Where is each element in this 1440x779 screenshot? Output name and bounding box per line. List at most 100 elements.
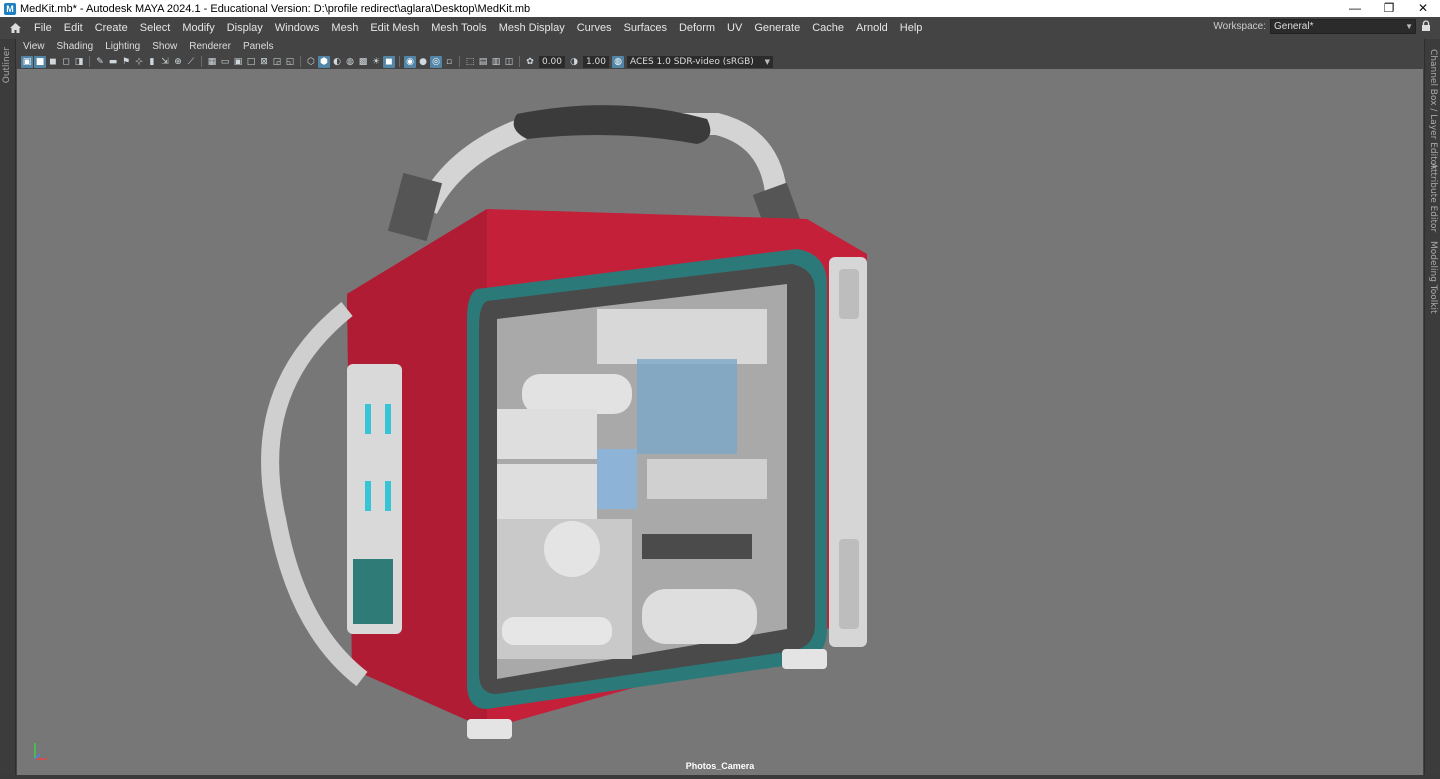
gamma-field[interactable]: 1.00 xyxy=(583,55,609,68)
bottom-edge xyxy=(0,775,1440,779)
bookmark-icon[interactable]: ◼ xyxy=(47,56,59,68)
smooth-shade-icon[interactable]: ⬢ xyxy=(318,55,330,68)
resolution-gate-icon[interactable]: ▣ xyxy=(232,56,244,68)
menu-mesh-tools[interactable]: Mesh Tools xyxy=(425,22,492,34)
panel-menu-shading[interactable]: Shading xyxy=(51,41,100,52)
panel-menu-panels[interactable]: Panels xyxy=(237,41,280,52)
medkit-model-render xyxy=(261,105,867,739)
panel-menu-view[interactable]: View xyxy=(17,41,51,52)
right-rail-slot xyxy=(839,539,859,629)
channel-box-tab[interactable]: Channel Box / Layer Editor xyxy=(1428,49,1438,169)
wireframe-on-shaded-icon[interactable]: ◍ xyxy=(344,56,356,68)
outliner-tab[interactable]: Outliner xyxy=(2,47,12,83)
color-space-value: ACES 1.0 SDR-video (sRGB) xyxy=(630,56,754,67)
menu-windows[interactable]: Windows xyxy=(269,22,326,34)
menu-edit[interactable]: Edit xyxy=(58,22,89,34)
interior-vial-rack xyxy=(642,534,752,559)
camera-lock-icon[interactable]: ⚑ xyxy=(120,56,132,68)
menu-surfaces[interactable]: Surfaces xyxy=(618,22,673,34)
main-menubar: File Edit Create Select Modify Display W… xyxy=(0,17,1440,39)
indicator-light xyxy=(385,481,391,511)
camera-attributes-icon[interactable]: ■ xyxy=(34,55,46,68)
textured-icon[interactable]: ▩ xyxy=(357,56,369,68)
attribute-editor-tab[interactable]: Attribute Editor xyxy=(1428,163,1438,232)
shadows-icon[interactable]: ◼ xyxy=(383,55,395,68)
interior-roll-top xyxy=(522,374,632,414)
gamma-icon[interactable]: ◑ xyxy=(568,56,580,68)
default-material-icon[interactable]: ◐ xyxy=(331,56,343,68)
maya-app-icon: M xyxy=(4,2,16,15)
isolate-select-icon[interactable]: ⬚ xyxy=(464,56,476,68)
menu-create[interactable]: Create xyxy=(89,22,134,34)
menu-display[interactable]: Display xyxy=(221,22,269,34)
interior-blue-side xyxy=(597,449,637,509)
safe-title-icon[interactable]: ◱ xyxy=(284,56,296,68)
menu-select[interactable]: Select xyxy=(134,22,177,34)
panel-menu-show[interactable]: Show xyxy=(146,41,183,52)
interior-blue-box xyxy=(637,359,737,454)
interior-drawer-2 xyxy=(497,464,597,519)
panel-menu-renderer[interactable]: Renderer xyxy=(183,41,237,52)
close-button[interactable]: ✕ xyxy=(1406,0,1440,17)
menu-deform[interactable]: Deform xyxy=(673,22,721,34)
menu-file[interactable]: File xyxy=(28,22,58,34)
image-plane-icon[interactable]: ◻ xyxy=(60,56,72,68)
select-camera-icon[interactable]: ▣ xyxy=(21,55,33,68)
xray-components-icon[interactable]: ◫ xyxy=(503,56,515,68)
interior-top-box xyxy=(597,309,767,364)
menu-arnold[interactable]: Arnold xyxy=(850,22,894,34)
exposure-icon[interactable]: ✿ xyxy=(524,56,536,68)
camera-icon[interactable]: ▬ xyxy=(107,56,119,68)
menu-uv[interactable]: UV xyxy=(721,22,748,34)
interior-drawer-1 xyxy=(497,409,597,459)
restore-button[interactable]: ❐ xyxy=(1372,0,1406,17)
home-icon[interactable] xyxy=(6,19,24,37)
film-gate-icon[interactable]: ▭ xyxy=(219,56,231,68)
grid-icon[interactable]: ▦ xyxy=(206,56,218,68)
interior-shelf xyxy=(647,459,767,499)
menu-edit-mesh[interactable]: Edit Mesh xyxy=(364,22,425,34)
color-management-icon[interactable]: ◍ xyxy=(612,55,624,68)
menu-curves[interactable]: Curves xyxy=(571,22,618,34)
medkit-handle-grip xyxy=(513,105,711,144)
menu-generate[interactable]: Generate xyxy=(748,22,806,34)
safe-action-icon[interactable]: ◲ xyxy=(271,56,283,68)
gate-mask-icon[interactable]: □ xyxy=(245,56,257,68)
grease-pencil-icon[interactable]: ✎ xyxy=(94,56,106,68)
menu-mesh[interactable]: Mesh xyxy=(325,22,364,34)
minimize-button[interactable]: — xyxy=(1338,0,1372,17)
depth-of-field-icon[interactable]: ▫ xyxy=(443,56,455,68)
field-chart-icon[interactable]: ⊠ xyxy=(258,56,270,68)
viewport-toolbar: ▣ ■ ◼ ◻ ◨ ✎ ▬ ⚑ ⊹ ▮ ⇲ ⊕ ⟋ ▦ ▭ ▣ □ ⊠ ◲ ◱ … xyxy=(17,54,1423,69)
pin-icon[interactable]: ▮ xyxy=(146,56,158,68)
right-rail-slot xyxy=(839,269,859,319)
color-space-dropdown[interactable]: ACES 1.0 SDR-video (sRGB) ▼ xyxy=(627,55,773,68)
indicator-light xyxy=(365,404,371,434)
modeling-toolkit-tab[interactable]: Modeling Toolkit xyxy=(1428,241,1438,314)
lock-icon[interactable] xyxy=(1420,19,1432,34)
wireframe-icon[interactable]: ⬡ xyxy=(305,56,317,68)
menu-mesh-display[interactable]: Mesh Display xyxy=(493,22,571,34)
pencil-icon[interactable]: ⟋ xyxy=(185,56,197,68)
workspace-dropdown[interactable]: General* ▼ xyxy=(1270,19,1416,34)
snap-icon[interactable]: ⊹ xyxy=(133,56,145,68)
3d-viewport[interactable]: Photos_Camera xyxy=(17,69,1423,775)
screen-space-ao-icon[interactable]: ◉ xyxy=(404,55,416,68)
2d-pan-zoom-icon[interactable]: ◨ xyxy=(73,56,85,68)
track-icon[interactable]: ⇲ xyxy=(159,56,171,68)
exposure-field[interactable]: 0.00 xyxy=(539,55,565,68)
indicator-light xyxy=(385,404,391,434)
dolly-icon[interactable]: ⊕ xyxy=(172,56,184,68)
left-side-panel: Outliner xyxy=(0,39,16,779)
menu-help[interactable]: Help xyxy=(894,22,929,34)
xray-icon[interactable]: ▤ xyxy=(477,56,489,68)
motion-blur-icon[interactable]: ● xyxy=(417,56,429,68)
xray-joints-icon[interactable]: ▥ xyxy=(490,56,502,68)
interior-lower-roll xyxy=(502,617,612,645)
panel-menu-lighting[interactable]: Lighting xyxy=(99,41,146,52)
lights-icon[interactable]: ☀ xyxy=(370,56,382,68)
panel-menubar: View Shading Lighting Show Renderer Pane… xyxy=(17,39,1423,54)
menu-modify[interactable]: Modify xyxy=(176,22,220,34)
anti-aliasing-icon[interactable]: ◎ xyxy=(430,55,442,68)
menu-cache[interactable]: Cache xyxy=(806,22,850,34)
